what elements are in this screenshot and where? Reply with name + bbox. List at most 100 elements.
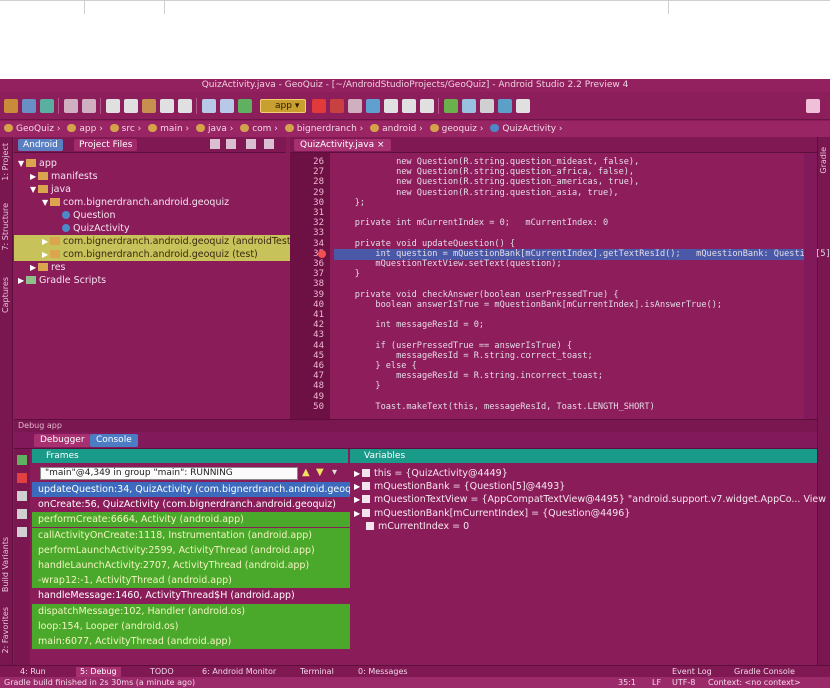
avd-icon[interactable] — [444, 99, 458, 113]
tree-item[interactable]: ▶ Gradle Scripts — [14, 274, 290, 287]
tree-item[interactable]: ▶ com.bignerdranch.android.geoquiz (andro… — [14, 235, 314, 248]
breadcrumb-item[interactable]: bignerdranch › — [284, 121, 363, 137]
breadcrumb-item[interactable]: android › — [370, 121, 423, 137]
hide-icon[interactable] — [264, 139, 274, 149]
stack-frame[interactable]: callActivityOnCreate:1118, Instrumentati… — [32, 527, 354, 543]
variable-row[interactable]: ▶ mQuestionTextView = {AppCompatTextView@… — [354, 493, 826, 507]
breadcrumb-item[interactable]: main › — [148, 121, 189, 137]
bottom-tab[interactable]: 6: Android Monitor — [198, 667, 280, 677]
resume-icon[interactable] — [17, 455, 27, 465]
line-separator[interactable]: LF — [652, 677, 661, 688]
expand-down-icon[interactable]: ▼ — [30, 183, 38, 196]
stack-frame[interactable]: onCreate:56, QuizActivity (com.bignerdra… — [32, 497, 354, 512]
breakpoints-icon[interactable] — [17, 509, 27, 519]
run-config-dropdown[interactable]: app ▾ — [260, 99, 306, 113]
collapse-icon[interactable] — [226, 139, 236, 149]
tree-item[interactable]: ▼ app — [14, 157, 290, 170]
redo-icon[interactable] — [82, 99, 96, 113]
stack-frame[interactable]: dispatchMessage:102, Handler (android.os… — [32, 603, 354, 619]
tab-project-files[interactable]: Project Files — [74, 139, 138, 151]
breadcrumb-item[interactable]: com › — [240, 121, 278, 137]
tree-item[interactable]: QuizActivity — [14, 222, 326, 235]
breadcrumb-item[interactable]: java › — [196, 121, 233, 137]
stop-icon[interactable] — [17, 473, 27, 483]
bottom-tab[interactable]: Terminal — [296, 667, 338, 677]
variable-row[interactable]: ▶ mQuestionBank = {Question[5]@4493} — [354, 480, 565, 494]
debug-icon[interactable] — [330, 99, 344, 113]
bottom-tab[interactable]: 5: Debug — [76, 667, 121, 677]
bottom-tab[interactable]: Gradle Console — [730, 667, 799, 677]
stack-frame[interactable]: loop:154, Looper (android.os) — [32, 618, 354, 634]
pause-icon[interactable] — [17, 491, 27, 501]
sync-icon[interactable] — [40, 99, 54, 113]
gear-icon[interactable] — [246, 139, 256, 149]
mute-icon[interactable] — [17, 527, 27, 537]
expand-right-icon[interactable]: ▶ — [354, 493, 362, 507]
tree-item[interactable]: ▼ java — [14, 183, 302, 196]
breadcrumb-item[interactable]: geoquiz › — [429, 121, 484, 137]
expand-right-icon[interactable]: ▶ — [354, 507, 362, 521]
build-variants-tool-button[interactable]: Build Variants — [1, 537, 10, 592]
expand-right-icon[interactable]: ▶ — [30, 261, 38, 274]
thread-selector[interactable]: "main"@4,349 in group "main": RUNNING — [40, 467, 298, 480]
bottom-tab[interactable]: TODO — [146, 667, 178, 677]
tab-debugger[interactable]: Debugger — [34, 434, 91, 447]
build-icon[interactable] — [238, 99, 252, 113]
stack-frame[interactable]: updateQuestion:34, QuizActivity (com.big… — [32, 482, 354, 497]
cut-icon[interactable] — [106, 99, 120, 113]
variable-row[interactable]: ▶ mQuestionBank[mCurrentIndex] = {Questio… — [354, 507, 630, 521]
tree-item[interactable]: ▶ manifests — [14, 170, 302, 183]
sdk-icon[interactable] — [462, 99, 476, 113]
stack-frame[interactable]: performCreate:6664, Activity (android.ap… — [32, 512, 354, 528]
expand-right-icon[interactable]: ▶ — [354, 467, 362, 481]
project-tool-button[interactable]: 1: Project — [1, 143, 10, 181]
copy-icon[interactable] — [124, 99, 138, 113]
breakpoint-marker[interactable] — [318, 249, 326, 258]
stack-frame[interactable]: performLaunchActivity:2599, ActivityThre… — [32, 542, 354, 558]
attach-icon[interactable] — [366, 99, 380, 113]
open-icon[interactable] — [4, 99, 18, 113]
search-icon[interactable] — [806, 99, 820, 113]
monitor-icon[interactable] — [498, 99, 512, 113]
tab-console[interactable]: Console — [90, 434, 138, 447]
breadcrumb-item[interactable]: GeoQuiz › — [4, 121, 61, 137]
variable-row[interactable]: mCurrentIndex = 0 — [366, 520, 469, 534]
bottom-tab[interactable]: Event Log — [668, 667, 716, 677]
bottom-tab[interactable]: 0: Messages — [354, 667, 412, 677]
tab-android[interactable]: Android — [18, 139, 63, 151]
expand-right-icon[interactable]: ▶ — [354, 480, 362, 494]
stack-frame[interactable]: handleMessage:1460, ActivityThread$H (an… — [32, 588, 354, 603]
tree-item[interactable]: ▼ com.bignerdranch.android.geoquiz — [14, 196, 314, 209]
structure-icon[interactable] — [480, 99, 494, 113]
undo-icon[interactable] — [64, 99, 78, 113]
save-icon[interactable] — [22, 99, 36, 113]
close-icon[interactable]: × — [377, 140, 385, 150]
favorites-tool-button[interactable]: 2: Favorites — [1, 607, 10, 653]
context-indicator[interactable]: Context: <no context> — [708, 677, 801, 688]
expand-right-icon[interactable]: ▶ — [30, 170, 38, 183]
arrow-down-icon[interactable]: ▼ — [316, 467, 326, 479]
code-area[interactable]: new Question(R.string.question_mideast, … — [334, 153, 830, 419]
tree-item[interactable]: ▶ res — [14, 261, 302, 274]
expand-right-icon[interactable]: ▶ — [18, 274, 26, 287]
tree-item[interactable]: ▶ com.bignerdranch.android.geoquiz (test) — [14, 248, 314, 261]
breadcrumb-item[interactable]: app › — [67, 121, 103, 137]
back-icon[interactable] — [202, 99, 216, 113]
code-line[interactable]: Toast.makeText(this, messageResId, Toast… — [334, 402, 804, 413]
variable-row[interactable]: ▶ this = {QuizActivity@4449} — [354, 467, 508, 481]
stack-frame[interactable]: main:6077, ActivityThread (android.app) — [32, 634, 354, 649]
stack-frame[interactable]: handleLaunchActivity:2707, ActivityThrea… — [32, 558, 354, 573]
captures-tool-button[interactable]: Captures — [1, 277, 10, 313]
expand-down-icon[interactable]: ▼ — [42, 196, 50, 209]
stack-frame[interactable]: -wrap12:-1, ActivityThread (android.app) — [32, 573, 354, 589]
paste-icon[interactable] — [142, 99, 156, 113]
tree-item[interactable]: Question — [14, 209, 326, 222]
stop-icon[interactable] — [384, 99, 398, 113]
caret-position[interactable]: 35:1 — [618, 677, 636, 688]
expand-right-icon[interactable]: ▶ — [42, 248, 50, 261]
editor-tab[interactable]: QuizActivity.java × — [294, 139, 391, 151]
file-encoding[interactable]: UTF-8 — [672, 677, 695, 688]
breadcrumb-item[interactable]: QuizActivity › — [490, 121, 563, 137]
sync-icon[interactable] — [210, 139, 220, 149]
profile-icon[interactable] — [348, 99, 362, 113]
